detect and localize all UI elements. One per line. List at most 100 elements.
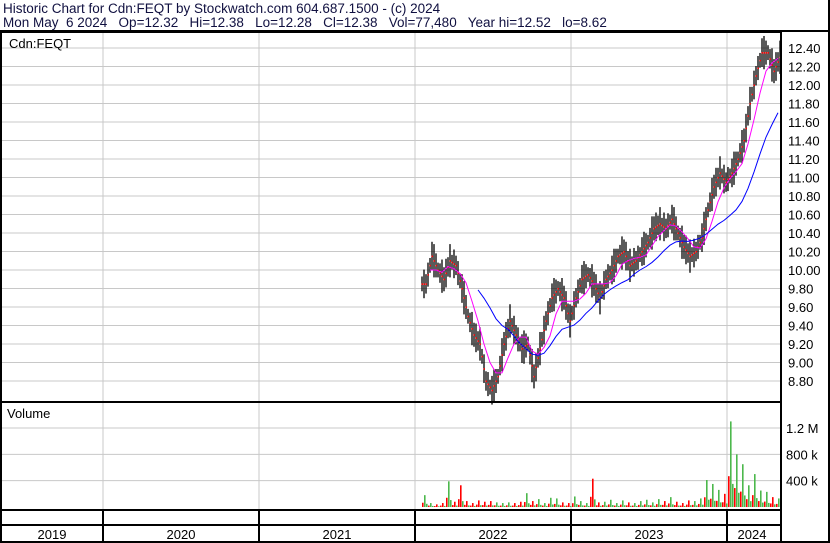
price-tick-label: 12.40 [788, 41, 821, 56]
volume-bar [554, 503, 556, 507]
price-close-tick [421, 283, 423, 285]
price-close-tick [657, 224, 659, 227]
volume-bar [750, 501, 752, 507]
volume-bar [458, 499, 460, 507]
volume-bar [550, 497, 552, 507]
price-tick-label: 11.20 [788, 152, 820, 167]
volume-bar [642, 505, 644, 507]
volume-bar [748, 485, 750, 507]
volume-bar [558, 504, 560, 507]
volume-bar [572, 503, 574, 507]
volume-bar [570, 505, 572, 507]
volume-bar [746, 499, 748, 507]
year-label: 2019 [38, 527, 67, 542]
volume-bar [636, 505, 638, 507]
price-close-tick [551, 297, 553, 299]
volume-bar [638, 504, 640, 507]
price-close-tick [595, 288, 597, 290]
volume-bar [676, 501, 678, 507]
volume-bar [768, 502, 770, 507]
price-close-tick [745, 127, 747, 130]
volume-bar [654, 505, 656, 507]
volume-bar [532, 501, 534, 507]
volume-bar [738, 492, 740, 507]
price-close-tick [543, 329, 545, 332]
price-close-tick [663, 226, 665, 228]
volume-bar [538, 499, 540, 507]
volume-bar [690, 505, 692, 507]
price-close-tick [685, 249, 687, 251]
volume-bar [762, 502, 764, 507]
price-close-tick [709, 201, 711, 204]
price-close-tick [471, 328, 473, 330]
price-tick-label: 9.80 [788, 282, 813, 297]
volume-bar [450, 500, 452, 507]
price-close-tick [763, 52, 765, 54]
volume-bar [736, 454, 738, 507]
price-close-tick [565, 304, 567, 307]
volume-bar [754, 474, 756, 507]
price-tick-label: 12.00 [788, 78, 821, 93]
volume-bar [678, 505, 680, 507]
volume-bar [430, 503, 432, 507]
volume-bar [534, 505, 536, 507]
price-close-tick [777, 61, 779, 63]
volume-bar [494, 505, 496, 507]
price-close-tick [553, 294, 555, 296]
price-close-tick [749, 103, 751, 105]
price-close-tick [453, 263, 455, 265]
volume-panel-label: Volume [7, 406, 50, 421]
price-close-tick [529, 354, 531, 356]
price-close-tick [673, 223, 675, 225]
volume-bar [428, 505, 430, 507]
price-close-tick [579, 284, 581, 287]
price-close-tick [423, 283, 425, 285]
price-close-tick [689, 255, 691, 258]
volume-bar [574, 496, 576, 507]
price-close-tick [465, 306, 467, 308]
price-close-tick [625, 255, 627, 258]
price-close-tick [585, 275, 587, 278]
volume-bar [618, 505, 620, 507]
volume-bar [476, 504, 478, 507]
price-close-tick [707, 209, 709, 211]
volume-bar [614, 505, 616, 507]
price-close-tick [591, 280, 593, 282]
volume-bar [502, 503, 504, 507]
volume-bar [684, 505, 686, 507]
volume-bar [480, 505, 482, 507]
volume-bar [522, 505, 524, 507]
volume-bar [462, 501, 464, 507]
volume-bar [702, 504, 704, 507]
volume-bar [460, 485, 462, 507]
volume-bar [516, 505, 518, 507]
price-close-tick [501, 354, 503, 356]
volume-bar [484, 501, 486, 507]
year-label: 2024 [738, 527, 767, 542]
volume-bar [524, 502, 526, 507]
volume-bar [698, 503, 700, 507]
price-tick-label: 9.20 [788, 337, 813, 352]
price-tick-label: 9.00 [788, 356, 813, 371]
volume-bar [732, 483, 734, 507]
price-close-tick [589, 277, 591, 279]
price-close-tick [427, 274, 429, 276]
price-close-tick [509, 320, 511, 322]
price-close-tick [733, 167, 735, 170]
volume-bar [656, 504, 658, 507]
price-close-tick [525, 345, 527, 347]
volume-bar [594, 499, 596, 507]
volume-bar [632, 505, 634, 507]
volume-bar [778, 498, 780, 507]
price-close-tick [481, 355, 483, 358]
volume-bar [432, 505, 434, 507]
volume-bar [546, 505, 548, 507]
volume-bar [520, 501, 522, 507]
price-close-tick [541, 338, 543, 341]
volume-bar [682, 503, 684, 507]
volume-bar [730, 421, 732, 507]
volume-bar [528, 503, 530, 507]
volume-bar [626, 505, 628, 507]
volume-bar [760, 490, 762, 507]
price-close-tick [641, 251, 643, 253]
